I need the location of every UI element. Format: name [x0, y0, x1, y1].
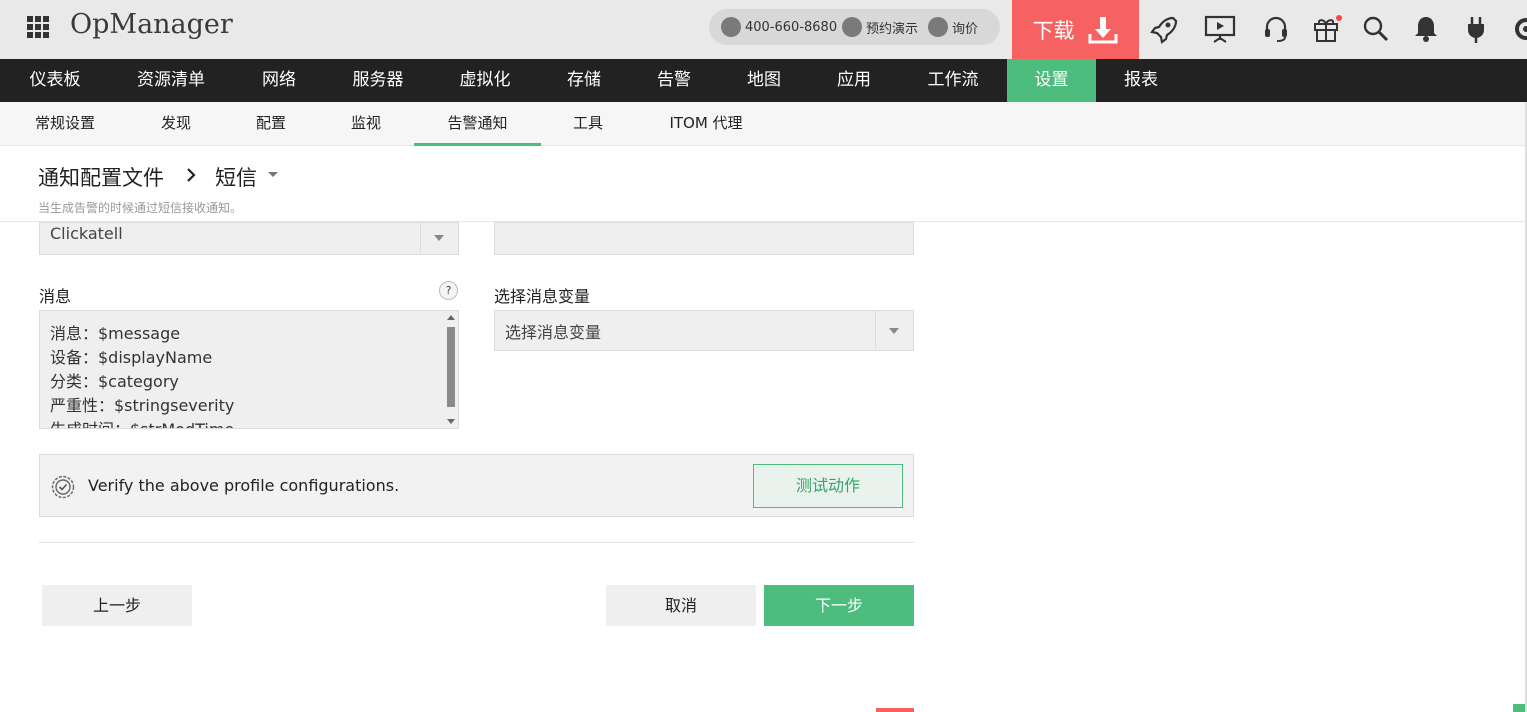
chevron-down-icon [434, 235, 444, 241]
subnav-notifications[interactable]: 告警通知 [414, 102, 541, 146]
variable-select[interactable]: 选择消息变量 [494, 310, 914, 351]
rocket-icon[interactable] [1147, 12, 1181, 46]
subnav-general-settings[interactable]: 常规设置 [22, 102, 108, 146]
test-action-button[interactable]: 测试动作 [753, 464, 903, 508]
presentation-icon[interactable] [1203, 12, 1237, 46]
chevron-down-icon[interactable] [268, 172, 278, 177]
nav-settings[interactable]: 设置 [1007, 59, 1096, 102]
chevron-right-icon [187, 168, 196, 182]
dollar-icon [928, 17, 948, 37]
message-line: 分类：$category [50, 372, 179, 391]
nav-dashboard[interactable]: 仪表板 [0, 59, 110, 102]
price-link[interactable]: 询价 [928, 9, 978, 45]
nav-network[interactable]: 网络 [236, 59, 322, 102]
message-textarea[interactable]: 消息：$message 设备：$displayName 分类：$category… [39, 310, 459, 429]
top-header: OpManager 400-660-8680 预约演示 询价 下载 [0, 0, 1527, 59]
message-line: 消息：$message [50, 324, 181, 343]
download-label: 下载 [1032, 18, 1075, 43]
chevron-down-icon [889, 328, 899, 334]
nav-reports[interactable]: 报表 [1104, 59, 1178, 102]
provider-value: Clickatell [50, 224, 123, 243]
feedback-tab[interactable] [876, 708, 914, 712]
main-nav: 仪表板 资源清单 网络 服务器 虚拟化 存储 告警 地图 应用 工作流 设置 报… [0, 59, 1527, 102]
message-line: 设备：$displayName [50, 348, 213, 367]
subnav-tools[interactable]: 工具 [560, 102, 616, 146]
nav-servers[interactable]: 服务器 [330, 59, 426, 102]
help-icon[interactable]: ? [439, 281, 458, 300]
nav-virtualization[interactable]: 虚拟化 [440, 59, 530, 102]
demo-link[interactable]: 预约演示 [842, 9, 918, 45]
verify-text: Verify the above profile configurations. [88, 476, 400, 495]
variable-arrow[interactable] [875, 311, 913, 350]
plug-icon[interactable] [1459, 12, 1493, 46]
nav-inventory[interactable]: 资源清单 [116, 59, 226, 102]
download-icon [1088, 16, 1117, 43]
provider-field-input[interactable] [494, 222, 914, 255]
message-line: 严重性：$stringseverity [50, 396, 235, 415]
contact-pill: 400-660-8680 预约演示 询价 [709, 9, 1000, 45]
subnav-itom-agent[interactable]: ITOM 代理 [656, 102, 756, 146]
nav-apps[interactable]: 应用 [816, 59, 892, 102]
gear-icon[interactable] [1509, 12, 1527, 46]
nav-alarms[interactable]: 告警 [636, 59, 712, 102]
phone-number: 400-660-8680 [745, 19, 838, 35]
scroll-down-icon[interactable] [447, 419, 455, 424]
app-logo[interactable]: OpManager [70, 9, 233, 40]
breadcrumb-root[interactable]: 通知配置文件 [38, 162, 164, 192]
search-icon[interactable] [1359, 12, 1393, 46]
cancel-button[interactable]: 取消 [606, 585, 756, 626]
demo-label: 预约演示 [866, 21, 919, 37]
app-grid-icon[interactable] [26, 15, 50, 39]
variable-label: 选择消息变量 [494, 287, 591, 306]
verified-badge-icon [51, 475, 75, 499]
provider-select[interactable]: Clickatell [39, 222, 459, 255]
variable-placeholder: 选择消息变量 [505, 323, 602, 342]
sub-nav: 常规设置 发现 配置 监视 告警通知 工具 ITOM 代理 [0, 102, 1527, 146]
demo-icon [842, 17, 862, 37]
prev-button[interactable]: 上一步 [42, 585, 192, 626]
divider [39, 542, 914, 543]
next-button[interactable]: 下一步 [764, 585, 914, 626]
nav-workflow[interactable]: 工作流 [906, 59, 1000, 102]
download-button[interactable]: 下载 [1012, 0, 1139, 59]
message-label: 消息 [39, 287, 72, 306]
phone-link[interactable]: 400-660-8680 [721, 9, 837, 45]
message-line: 生成时间：$strModTime [50, 416, 234, 428]
headset-icon[interactable] [1259, 12, 1293, 46]
subnav-discovery[interactable]: 发现 [150, 102, 202, 146]
page-description: 当生成告警的时候通过短信接收通知。 [38, 201, 243, 215]
scroll-thumb[interactable] [447, 327, 455, 407]
nav-maps[interactable]: 地图 [726, 59, 802, 102]
subnav-configuration[interactable]: 配置 [244, 102, 298, 146]
gift-icon[interactable] [1310, 12, 1344, 46]
textarea-scrollbar[interactable] [445, 313, 456, 426]
breadcrumb-current[interactable]: 短信 [215, 162, 257, 192]
verify-panel: Verify the above profile configurations.… [39, 454, 914, 517]
nav-storage[interactable]: 存储 [546, 59, 622, 102]
phone-icon [721, 17, 741, 37]
provider-arrow[interactable] [420, 223, 458, 254]
scroll-up-icon[interactable] [447, 315, 455, 320]
bell-icon[interactable] [1409, 12, 1443, 46]
page-header: 通知配置文件 短信 当生成告警的时候通过短信接收通知。 [0, 146, 1527, 222]
price-label: 询价 [952, 21, 979, 37]
subnav-monitoring[interactable]: 监视 [338, 102, 394, 146]
